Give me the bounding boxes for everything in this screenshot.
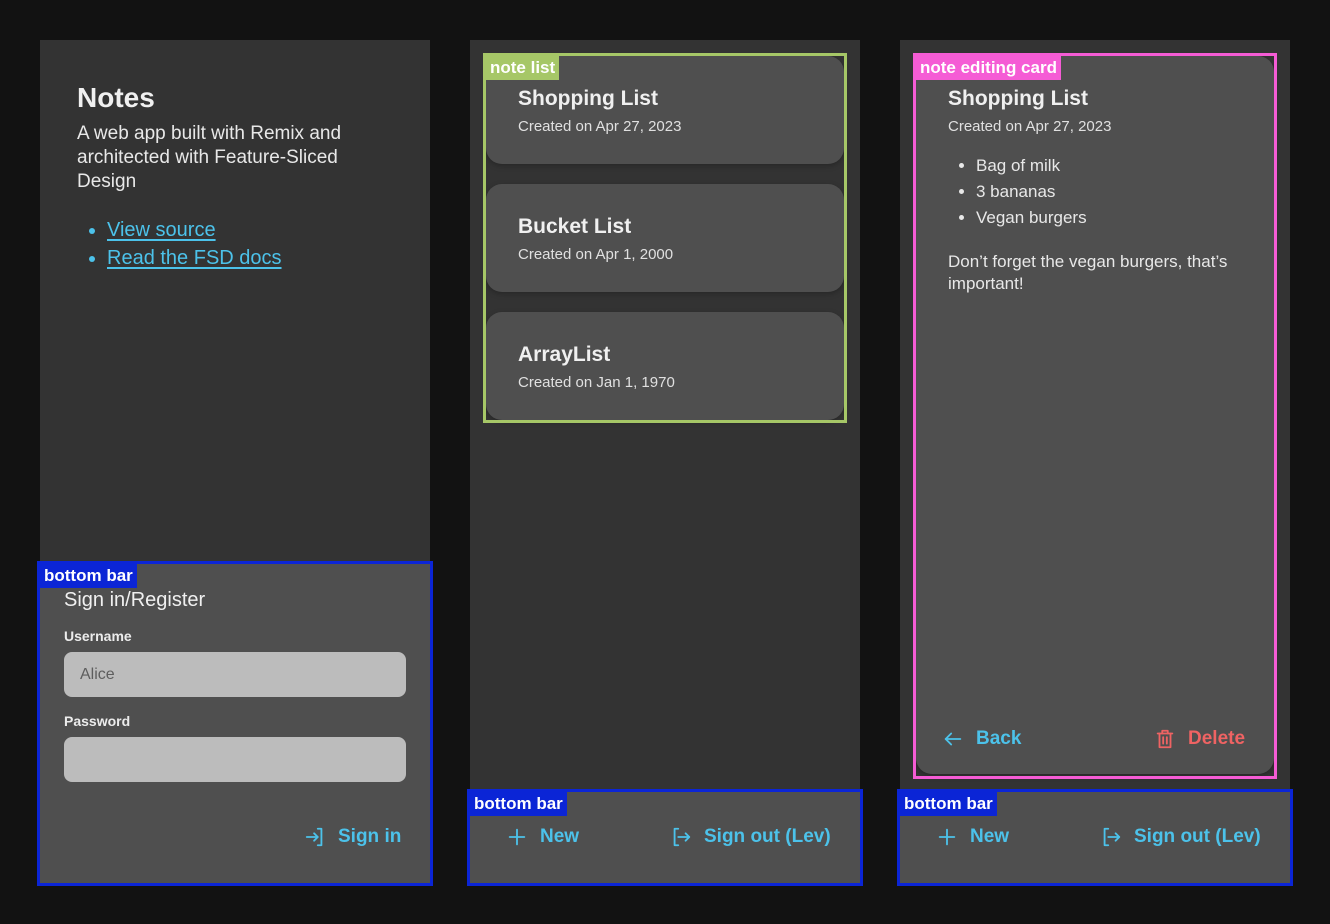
new-label: New [970,826,1010,847]
view-source-link[interactable]: View source [107,219,216,241]
sign-out-label: Sign out (Lev) [704,826,831,847]
note-title: Shopping List [518,87,658,110]
bottom-bar: Sign in/Register Username Password Sign … [40,562,430,884]
delete-button[interactable]: Delete [1154,728,1245,750]
note-card[interactable]: ArrayList Created on Jan 1, 1970 [486,312,844,420]
note-card[interactable]: Bucket List Created on Apr 1, 2000 [486,184,844,292]
sign-out-button[interactable]: Sign out (Lev) [1100,826,1261,848]
note-list: Shopping List Created on Apr 27, 2023 Bu… [486,56,844,440]
list-item: View source [107,216,397,244]
app-description: A web app built with Remix and architect… [77,123,342,192]
list-item: Read the FSD docs [107,244,397,272]
sign-out-label: Sign out (Lev) [1134,826,1261,847]
sign-in-icon [305,827,323,847]
signin-form: Sign in/Register Username Password [64,588,406,782]
fsd-docs-link[interactable]: Read the FSD docs [107,247,282,269]
note-date: Created on Apr 1, 2000 [518,246,674,263]
note-card[interactable]: Shopping List Created on Apr 27, 2023 [486,56,844,164]
username-input[interactable] [64,652,406,697]
bottom-bar: New Sign out (Lev) [470,790,860,884]
sign-out-icon [673,827,691,847]
note-title: Bucket List [518,215,632,238]
note-title: ArrayList [518,343,611,366]
new-note-button[interactable]: New [936,826,1009,848]
bottom-bar: New Sign out (Lev) [900,790,1290,884]
signin-heading: Sign in/Register [64,589,206,611]
new-note-button[interactable]: New [506,826,579,848]
note-items: Bag of milk 3 bananas Vegan burgers [948,153,1242,231]
note-date: Created on Apr 27, 2023 [948,118,1112,135]
sign-in-button[interactable]: Sign in [304,826,401,848]
note-editing-card: Shopping List Created on Apr 27, 2023 Ba… [916,56,1274,774]
note-edit-screen: Shopping List Created on Apr 27, 2023 Ba… [900,40,1290,884]
password-input[interactable] [64,737,406,782]
list-item: Bag of milk [976,153,1242,179]
delete-label: Delete [1188,728,1246,749]
note-body[interactable]: Don’t forget the vegan burgers, that’s i… [948,251,1228,295]
intro-section: Notes A web app built with Remix and arc… [77,82,397,272]
username-label: Username [64,628,132,644]
note-date: Created on Jan 1, 1970 [518,374,675,391]
plus-icon [938,828,956,846]
back-button[interactable]: Back [942,728,1021,750]
note-title[interactable]: Shopping List [948,86,1242,112]
home-screen: Notes A web app built with Remix and arc… [40,40,430,884]
list-item: Vegan burgers [976,205,1242,231]
new-label: New [540,826,580,847]
trash-icon [1156,729,1174,749]
sign-out-button[interactable]: Sign out (Lev) [670,826,831,848]
links-list: View source Read the FSD docs [77,216,397,272]
sign-in-label: Sign in [338,826,402,847]
arrow-left-icon [944,732,962,746]
password-label: Password [64,713,131,729]
note-date: Created on Apr 27, 2023 [518,118,682,135]
list-item: 3 bananas [976,179,1242,205]
app-title: Notes [77,82,155,113]
sign-out-icon [1103,827,1121,847]
back-label: Back [976,728,1022,749]
note-list-screen: Shopping List Created on Apr 27, 2023 Bu… [470,40,860,884]
plus-icon [508,828,526,846]
